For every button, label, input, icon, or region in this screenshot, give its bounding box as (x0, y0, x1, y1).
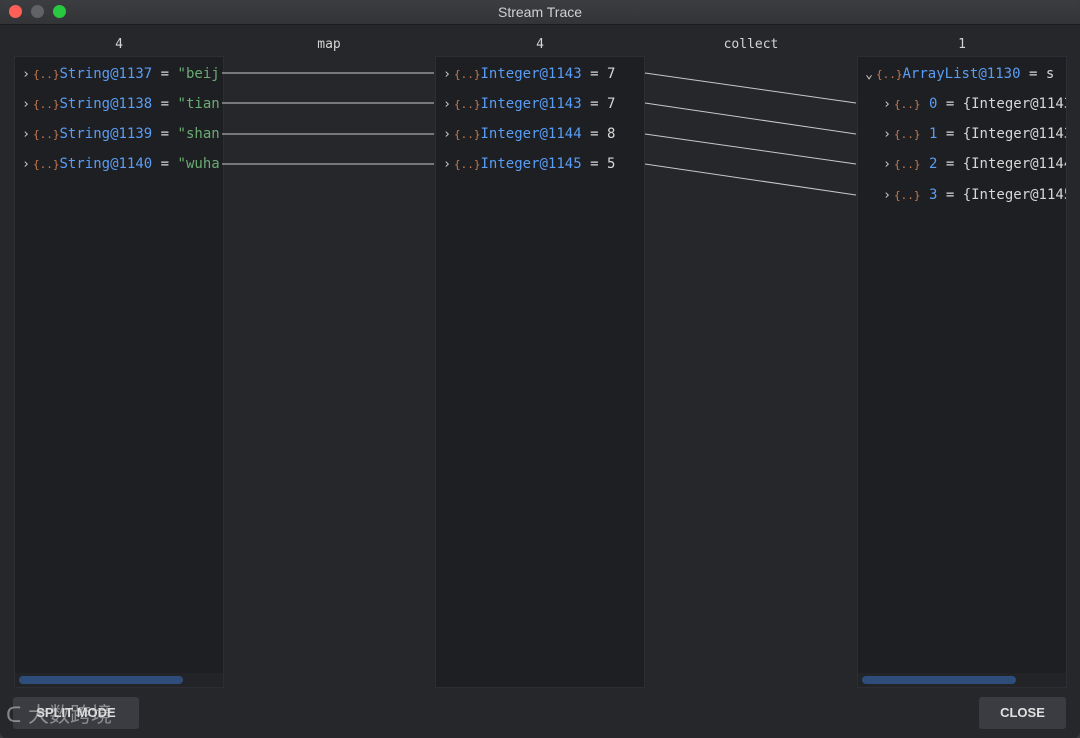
close-button[interactable]: CLOSE (979, 697, 1066, 729)
collect-connector-line (644, 133, 857, 165)
trace-connectors (222, 72, 857, 196)
collect-connector-line (644, 102, 857, 135)
collect-connector-line (644, 163, 857, 196)
watermark-text: 大数跨境 (28, 703, 113, 727)
watermark: ᑕ 大数跨境 (6, 699, 112, 729)
watermark-logo-icon: ᑕ (6, 703, 22, 727)
stream-trace-window: Stream Trace 4 map 4 collect 1 › {..}Stri… (0, 0, 1080, 738)
collect-connector-line (644, 72, 857, 104)
